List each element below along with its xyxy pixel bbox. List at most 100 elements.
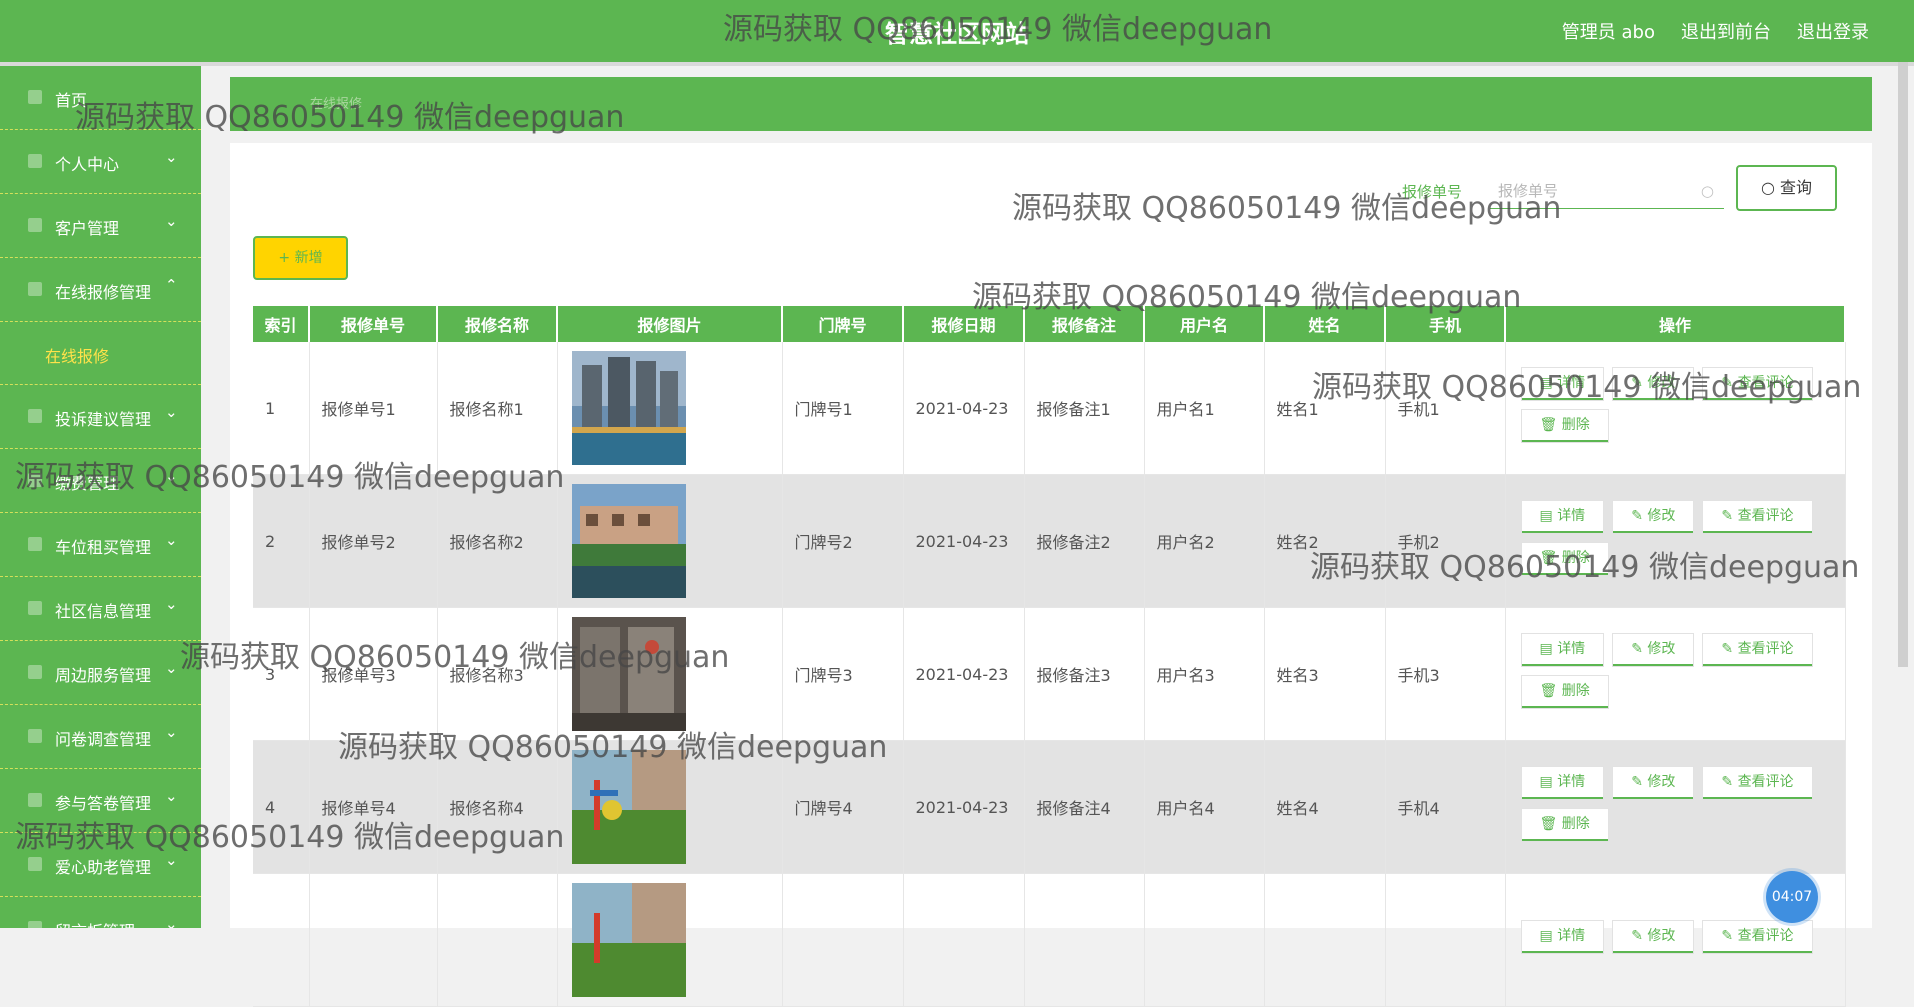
delete-button[interactable]: 🗑 删除 [1521,409,1608,442]
detail-button[interactable]: ▤ 详情 [1521,920,1604,953]
timer-badge[interactable]: 04:07 [1766,871,1818,923]
edit-button[interactable]: ✎ 修改 [1613,633,1694,666]
edit-label: 修改 [1647,773,1676,790]
sidebar-item-label: 问卷调查管理 [55,730,152,749]
car-icon [28,537,42,551]
cell-actions: ▤ 详情 ✎ 修改 ✎ 查看评论 🗑 删除 [1505,740,1846,874]
message-icon [28,921,42,928]
detail-button[interactable]: ▤ 详情 [1521,766,1604,799]
sidebar-item-payment[interactable]: 缴费管理 ⌄ [0,449,201,513]
view-comments-label: 查看评论 [1737,507,1794,524]
chevron-down-icon: ⌄ [165,403,178,421]
table-header-row: 索引 报修单号 报修名称 报修图片 门牌号 报修日期 报修备注 用户名 姓名 手… [253,306,1846,342]
column-header[interactable]: 用户名 [1144,306,1265,342]
chevron-down-icon: ⌄ [165,851,178,869]
column-header[interactable]: 报修名称 [437,306,558,342]
repair-thumbnail[interactable] [571,750,686,864]
pencil-icon: ✎ [1721,773,1738,790]
cell-realname: 姓名4 [1264,740,1386,874]
view-comments-button[interactable]: ✎ 查看评论 [1703,633,1812,666]
sidebar-item-survey[interactable]: 问卷调查管理 ⌄ [0,705,201,769]
sidebar-item-parking[interactable]: 车位租买管理 ⌄ [0,513,201,577]
sidebar-subitem-online-repair[interactable]: 在线报修 [0,322,201,385]
column-header[interactable]: 报修单号 [309,306,438,342]
cell-phone: 手机2 [1385,474,1506,608]
chart-icon [28,729,42,743]
view-comments-button[interactable]: ✎ 查看评论 [1703,920,1812,953]
sidebar-item-elderly-care[interactable]: 爱心助老管理 ⌄ [0,833,201,897]
delete-label: 删除 [1561,416,1590,433]
sidebar-item-home[interactable]: 首页 [0,66,201,130]
chevron-down-icon: ⌄ [165,595,178,613]
home-icon [28,90,42,104]
detail-label: 详情 [1557,773,1586,790]
detail-label: 详情 [1557,507,1586,524]
cell-repair-image [557,740,783,874]
query-button[interactable]: ○ 查询 [1736,165,1837,211]
sidebar-item-answers[interactable]: 参与答卷管理 ⌄ [0,769,201,833]
table-row: 2 报修单号2 报修名称2 门牌号2 2021-04-23 报修备注2 用户名2… [253,474,1846,608]
sidebar-item-community-info[interactable]: 社区信息管理 ⌄ [0,577,201,641]
edit-label: 修改 [1647,640,1676,657]
cell-date: 2021-04-23 [903,740,1025,874]
column-header[interactable]: 报修图片 [557,306,783,342]
cell-date [903,873,1025,1007]
edit-button[interactable]: ✎ 修改 [1613,367,1694,400]
detail-label: 详情 [1557,374,1586,391]
cell-repair-image [557,873,783,1007]
detail-button[interactable]: ▤ 详情 [1521,633,1604,666]
user-icon [28,154,42,168]
search-box: ○ [1490,173,1724,209]
column-header[interactable]: 报修日期 [903,306,1025,342]
repair-thumbnail[interactable] [571,484,686,598]
repair-thumbnail[interactable] [571,617,686,731]
add-button[interactable]: + 新增 [253,236,348,280]
delete-button[interactable]: 🗑 删除 [1521,675,1608,708]
edit-button[interactable]: ✎ 修改 [1613,766,1694,799]
logout-link[interactable]: 退出登录 [1797,18,1869,44]
cell-phone: 手机1 [1385,342,1506,475]
repair-thumbnail[interactable] [571,351,686,465]
pencil-icon: ✎ [1631,507,1648,524]
chevron-down-icon: ⌄ [165,659,178,677]
delete-button[interactable]: 🗑 删除 [1521,808,1608,841]
trash-icon: 🗑 [1539,416,1562,433]
sidebar-item-customers[interactable]: 客户管理 ⌄ [0,194,201,258]
document-icon: ▤ [1539,773,1558,790]
column-header[interactable]: 门牌号 [782,306,904,342]
column-header[interactable]: 索引 [253,306,310,342]
sidebar-item-nearby-services[interactable]: 周边服务管理 ⌄ [0,641,201,705]
back-to-front-link[interactable]: 退出到前台 [1681,18,1771,44]
repair-thumbnail[interactable] [571,883,686,997]
edit-button[interactable]: ✎ 修改 [1613,920,1694,953]
sidebar-item-label: 社区信息管理 [55,602,152,621]
document-icon: ▤ [1539,927,1558,944]
detail-button[interactable]: ▤ 详情 [1521,367,1604,400]
view-comments-button[interactable]: ✎ 查看评论 [1703,367,1812,400]
search-input[interactable] [1490,173,1690,209]
edit-label: 修改 [1647,927,1676,944]
chevron-down-icon: ⌄ [165,915,178,928]
column-header[interactable]: 报修备注 [1024,306,1145,342]
pencil-icon: ✎ [1721,640,1738,657]
flag-icon [28,409,42,423]
cell-realname: 姓名3 [1264,607,1386,741]
sidebar-item-complaints[interactable]: 投诉建议管理 ⌄ [0,385,201,449]
detail-button[interactable]: ▤ 详情 [1521,500,1604,533]
delete-button[interactable]: 🗑 删除 [1521,542,1608,575]
sidebar: 首页 个人中心 ⌄ 客户管理 ⌄ 在线报修管理 ⌃ 在线报修 投诉建议管理 ⌄ … [0,66,201,928]
sidebar-item-repair[interactable]: 在线报修管理 ⌃ [0,258,201,322]
trash-icon: 🗑 [1539,682,1562,699]
chevron-down-icon: ⌄ [165,212,178,230]
table-row: 3 报修单号3 报修名称3 门牌号3 2021-04-23 报修备注3 用户名3… [253,607,1846,741]
scrollbar[interactable] [1898,62,1908,667]
cell-door-no: 门牌号1 [782,342,904,475]
view-comments-button[interactable]: ✎ 查看评论 [1703,766,1812,799]
view-comments-button[interactable]: ✎ 查看评论 [1703,500,1812,533]
sidebar-item-profile[interactable]: 个人中心 ⌄ [0,130,201,194]
cell-date: 2021-04-23 [903,342,1025,475]
column-header[interactable]: 手机 [1385,306,1506,342]
column-header[interactable]: 姓名 [1264,306,1386,342]
edit-button[interactable]: ✎ 修改 [1613,500,1694,533]
sidebar-item-message-board[interactable]: 留言板管理 ⌄ [0,897,201,928]
